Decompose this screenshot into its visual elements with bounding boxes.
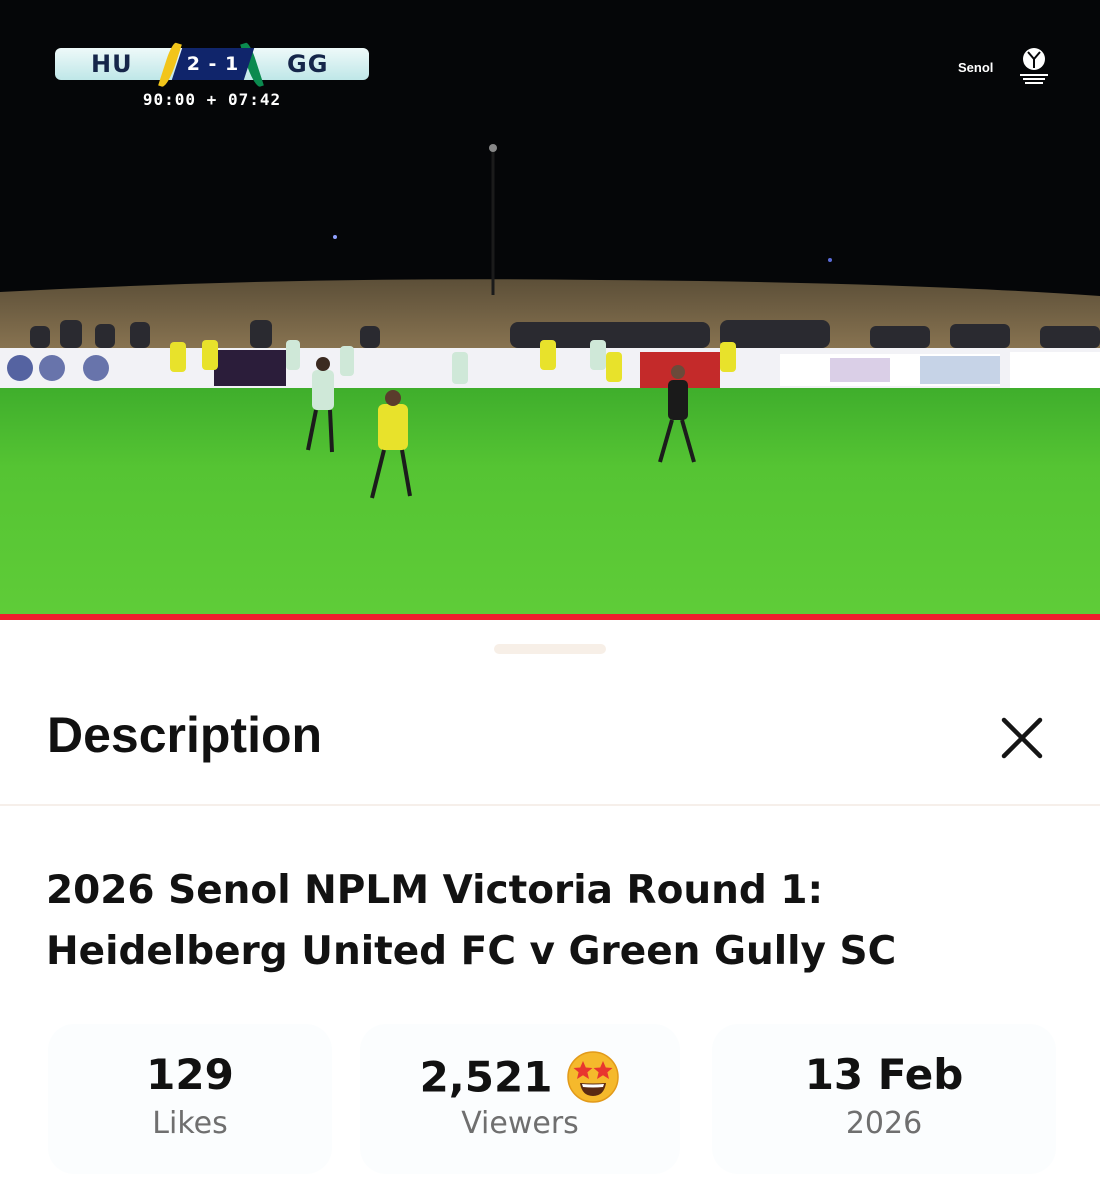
video-title: 2026 Senol NPLM Victoria Round 1: Heidel… xyxy=(46,860,1046,982)
sheet-divider xyxy=(0,804,1100,806)
broadcast-sponsor: Senol xyxy=(958,60,994,75)
date-year: 2026 xyxy=(845,1106,923,1141)
likes-stat-card: 129 Likes xyxy=(48,1024,332,1174)
scoreboard: HU GG 2 - 1 xyxy=(55,41,369,89)
sheet-drag-handle[interactable] xyxy=(494,644,606,654)
away-team-abbr: GG xyxy=(287,50,329,78)
likes-count: 129 xyxy=(146,1050,234,1099)
star-struck-emoji-icon xyxy=(567,1051,620,1103)
date-stat-card: 13 Feb 2026 xyxy=(712,1024,1056,1174)
match-clock: 90:00 + 07:42 xyxy=(142,90,282,109)
viewers-stat-card: 2,521 Viewers xyxy=(360,1024,680,1174)
description-sheet: Description 2026 Senol NPLM Victoria Rou… xyxy=(0,620,1100,1200)
sheet-title: Description xyxy=(47,707,323,763)
video-title-line-1: 2026 Senol NPLM Victoria Round 1: xyxy=(46,868,824,913)
stats-row: 129 Likes 2,521 Viewers 13 Feb 2026 xyxy=(48,1024,1056,1174)
video-title-line-2: Heidelberg United FC v Green Gully SC xyxy=(46,929,897,974)
score-text: 2 - 1 xyxy=(186,53,240,75)
video-player[interactable]: HU GG 2 - 1 90:00 + 07:42 Senol xyxy=(0,0,1100,620)
viewers-count: 2,521 xyxy=(419,1052,553,1102)
likes-label: Likes xyxy=(152,1106,228,1141)
date-day-month: 13 Feb xyxy=(804,1050,964,1099)
viewers-label: Viewers xyxy=(461,1106,579,1141)
npl-logo-icon xyxy=(1020,48,1048,84)
home-team-abbr: HU xyxy=(91,50,133,78)
close-icon[interactable] xyxy=(996,714,1048,766)
viewers-value-row: 2,521 xyxy=(360,1050,680,1104)
